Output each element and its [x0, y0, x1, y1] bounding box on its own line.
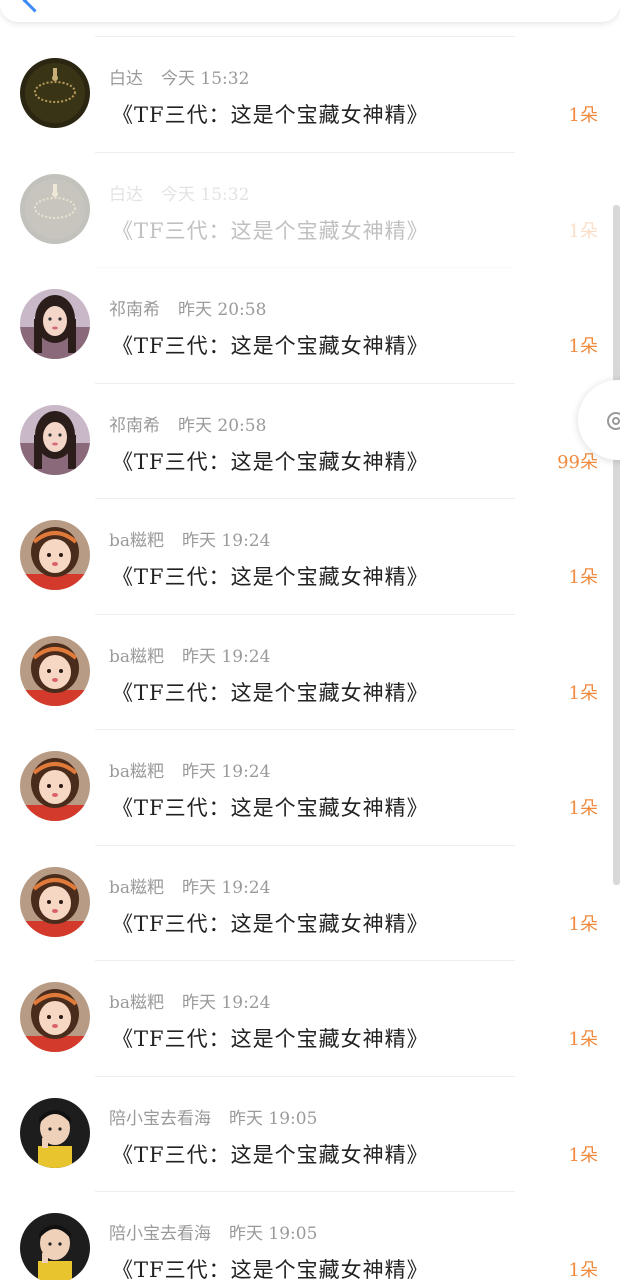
header-bar: [0, 0, 620, 22]
timestamp: 昨天 19:05: [229, 1108, 318, 1129]
message-text: 《TF三代：这是个宝藏女神精》: [112, 1258, 429, 1280]
sender-name: 陪小宝去看海: [109, 1224, 211, 1244]
message-text: 《TF三代：这是个宝藏女神精》: [112, 449, 429, 474]
avatar[interactable]: [20, 982, 90, 1052]
message-text: 《TF三代：这是个宝藏女神精》: [112, 565, 429, 589]
message-row[interactable]: 祁南希 昨天 20:58 《TF三代：这是个宝藏女神精》 1朵: [0, 268, 620, 384]
message-row[interactable]: ba糍粑 昨天 19:24 《TF三代：这是个宝藏女神精》 1朵: [0, 961, 620, 1077]
timestamp: 昨天 20:58: [178, 300, 267, 320]
sender-name: 陪小宝去看海: [109, 1108, 211, 1129]
avatar[interactable]: [20, 173, 90, 244]
flower-count: 1朵: [568, 336, 598, 357]
avatar[interactable]: [20, 520, 90, 590]
sender-name: ba糍粑: [109, 993, 165, 1013]
sender-name: 白达: [109, 184, 143, 205]
avatar[interactable]: [20, 1213, 90, 1280]
message-meta: ba糍粑 昨天 19:24: [109, 642, 270, 667]
message-text: 《TF三代：这是个宝藏女神精》: [112, 911, 429, 936]
message-meta: 祁南希 昨天 20:58: [109, 295, 266, 320]
flower-count: 1朵: [568, 798, 598, 819]
message-meta: ba糍粑 昨天 19:24: [109, 988, 270, 1013]
avatar[interactable]: [20, 404, 90, 475]
message-text: 《TF三代：这是个宝藏女神精》: [112, 218, 429, 243]
message-text: 《TF三代：这是个宝藏女神精》: [112, 334, 429, 358]
sender-name: 白达: [109, 69, 143, 89]
message-row[interactable]: 白达 今天 15:32 《TF三代：这是个宝藏女神精》 1朵: [0, 37, 620, 153]
message-row[interactable]: 陪小宝去看海 昨天 19:05 《TF三代：这是个宝藏女神精》 1朵: [0, 1077, 620, 1192]
message-text: 《TF三代：这是个宝藏女神精》: [112, 1142, 429, 1167]
flower-count: 1朵: [568, 567, 598, 588]
sender-name: ba糍粑: [109, 877, 165, 898]
message-row[interactable]: ba糍粑 昨天 19:24 《TF三代：这是个宝藏女神精》 1朵: [0, 615, 620, 730]
timestamp: 今天 15:32: [161, 69, 250, 89]
message-row[interactable]: 陪小宝去看海 昨天 19:05 《TF三代：这是个宝藏女神精》 1朵: [0, 1192, 620, 1280]
flower-count: 1朵: [568, 220, 598, 242]
message-text: 《TF三代：这是个宝藏女神精》: [112, 796, 429, 820]
timestamp: 昨天 19:24: [182, 531, 271, 551]
message-meta: 陪小宝去看海 昨天 19:05: [109, 1219, 317, 1244]
flower-count: 1朵: [568, 682, 598, 704]
message-meta: 陪小宝去看海 昨天 19:05: [109, 1104, 317, 1129]
scrollbar[interactable]: [613, 205, 620, 885]
sender-name: ba糍粑: [109, 646, 165, 667]
flower-count: 99朵: [557, 451, 598, 473]
message-meta: 白达 今天 15:32: [109, 64, 249, 89]
sender-name: ba糍粑: [109, 762, 165, 782]
avatar[interactable]: [20, 635, 90, 706]
avatar[interactable]: [20, 751, 90, 821]
message-meta: ba糍粑 昨天 19:24: [109, 873, 270, 898]
message-row[interactable]: 祁南希 昨天 20:58 《TF三代：这是个宝藏女神精》 99朵: [0, 384, 620, 499]
flower-count: 1朵: [568, 1144, 598, 1166]
flower-icon: [607, 412, 620, 430]
message-meta: 白达 今天 15:32: [109, 180, 249, 205]
timestamp: 昨天 19:24: [182, 646, 271, 667]
message-meta: ba糍粑 昨天 19:24: [109, 526, 270, 551]
sender-name: 祁南希: [109, 415, 160, 436]
timestamp: 昨天 19:24: [182, 762, 271, 782]
page: 白达 今天 15:32 《TF三代：这是个宝藏女神精》 1朵 白达 今天 15:32 《TF…: [0, 0, 620, 1280]
timestamp: 今天 15:32: [161, 184, 250, 205]
sender-name: 祁南希: [109, 300, 160, 320]
timestamp: 昨天 20:58: [178, 415, 267, 436]
timestamp: 昨天 19:05: [229, 1224, 318, 1244]
sender-name: ba糍粑: [109, 531, 165, 551]
avatar[interactable]: [20, 58, 90, 128]
avatar[interactable]: [20, 1097, 90, 1168]
message-meta: 祁南希 昨天 20:58: [109, 411, 266, 436]
timestamp: 昨天 19:24: [182, 993, 271, 1013]
timestamp: 昨天 19:24: [182, 877, 271, 898]
avatar[interactable]: [20, 289, 90, 359]
avatar[interactable]: [20, 866, 90, 937]
message-text: 《TF三代：这是个宝藏女神精》: [112, 680, 429, 705]
flower-count: 1朵: [568, 913, 598, 935]
flower-count: 1朵: [568, 1260, 598, 1280]
back-arrow-icon[interactable]: [22, 0, 47, 13]
message-text: 《TF三代：这是个宝藏女神精》: [112, 1027, 429, 1051]
message-row[interactable]: ba糍粑 昨天 19:24 《TF三代：这是个宝藏女神精》 1朵: [0, 499, 620, 615]
message-row[interactable]: ba糍粑 昨天 19:24 《TF三代：这是个宝藏女神精》 1朵: [0, 730, 620, 846]
message-list: 白达 今天 15:32 《TF三代：这是个宝藏女神精》 1朵 白达 今天 15:32 《TF…: [0, 37, 620, 1280]
message-text: 《TF三代：这是个宝藏女神精》: [112, 103, 429, 127]
message-row[interactable]: 白达 今天 15:32 《TF三代：这是个宝藏女神精》 1朵: [0, 153, 620, 268]
flower-count: 1朵: [568, 1029, 598, 1050]
flower-count: 1朵: [568, 105, 598, 126]
message-meta: ba糍粑 昨天 19:24: [109, 757, 270, 782]
message-row[interactable]: ba糍粑 昨天 19:24 《TF三代：这是个宝藏女神精》 1朵: [0, 846, 620, 961]
